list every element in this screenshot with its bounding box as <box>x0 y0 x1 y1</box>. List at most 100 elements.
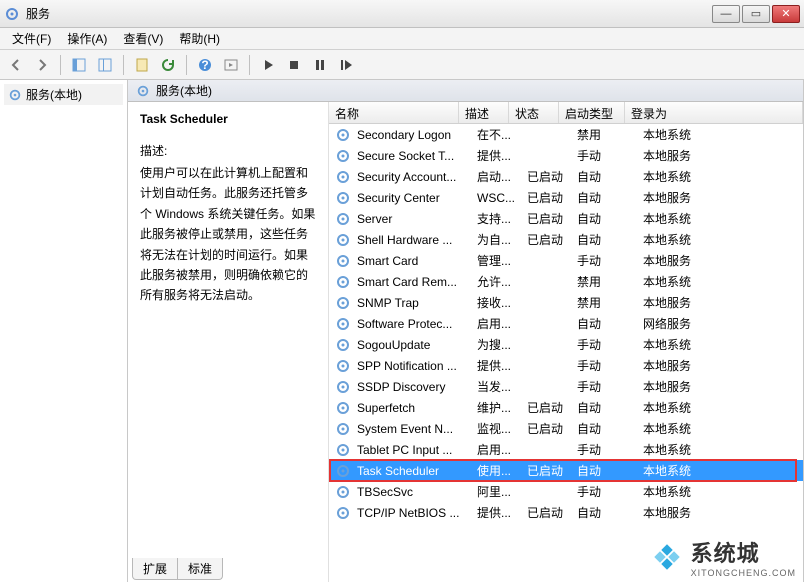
cell-logon: 本地系统 <box>641 336 799 353</box>
start-service-button[interactable] <box>256 53 280 77</box>
service-row[interactable]: Software Protec...启用...自动网络服务 <box>329 313 803 334</box>
cell-startup: 自动 <box>575 315 641 332</box>
cell-logon: 网络服务 <box>641 315 799 332</box>
cell-name: Superfetch <box>355 401 475 415</box>
action-button[interactable] <box>219 53 243 77</box>
close-button[interactable]: ✕ <box>772 5 800 23</box>
service-row[interactable]: SSDP Discovery当发...手动本地服务 <box>329 376 803 397</box>
column-headers: 名称 描述 状态 启动类型 登录为 <box>329 102 803 124</box>
cell-desc: 管理... <box>475 252 525 269</box>
properties-button[interactable] <box>130 53 154 77</box>
service-row[interactable]: SogouUpdate为搜... 手动本地系统 <box>329 334 803 355</box>
nav-back-button[interactable] <box>4 53 28 77</box>
col-startup[interactable]: 启动类型 <box>559 102 625 123</box>
watermark: 系统城 XITONGCHENG.COM <box>649 536 796 578</box>
cell-desc: 使用... <box>475 462 525 479</box>
cell-startup: 手动 <box>575 483 641 500</box>
nav-services-local[interactable]: 服务(本地) <box>4 84 123 105</box>
col-name[interactable]: 名称 <box>329 102 459 123</box>
service-row[interactable]: Superfetch维护...已启动自动本地系统 <box>329 397 803 418</box>
col-desc[interactable]: 描述 <box>459 102 509 123</box>
gear-icon <box>335 421 351 437</box>
cell-desc: 启用... <box>475 441 525 458</box>
cell-name: SNMP Trap <box>355 296 475 310</box>
cell-desc: 允许... <box>475 273 525 290</box>
service-row[interactable]: Task Scheduler使用...已启动自动本地系统 <box>329 460 803 481</box>
watermark-name: 系统城 <box>691 536 796 568</box>
gear-icon <box>335 337 351 353</box>
service-row[interactable]: Shell Hardware ...为自...已启动自动本地系统 <box>329 229 803 250</box>
menu-help[interactable]: 帮助(H) <box>171 28 228 49</box>
service-row[interactable]: Server支持...已启动自动本地系统 <box>329 208 803 229</box>
watermark-logo-icon <box>649 539 685 575</box>
cell-name: Security Account... <box>355 170 475 184</box>
cell-status: 已启动 <box>525 189 575 206</box>
service-row[interactable]: Smart Card Rem...允许...禁用本地系统 <box>329 271 803 292</box>
toolbar: ? <box>0 50 804 80</box>
service-row[interactable]: TBSecSvc阿里...手动本地系统 <box>329 481 803 502</box>
col-logon[interactable]: 登录为 <box>625 102 803 123</box>
service-row[interactable]: Security CenterWSC...已启动自动本地服务 <box>329 187 803 208</box>
cell-name: System Event N... <box>355 422 475 436</box>
help-button[interactable]: ? <box>193 53 217 77</box>
nav-forward-button[interactable] <box>30 53 54 77</box>
cell-name: TBSecSvc <box>355 485 475 499</box>
tab-extended[interactable]: 扩展 <box>132 558 178 580</box>
list-body[interactable]: Secondary Logon在不...禁用本地系统Secure Socket … <box>329 124 803 582</box>
gear-icon <box>335 274 351 290</box>
cell-desc: 启用... <box>475 315 525 332</box>
cell-desc: 提供... <box>475 504 525 521</box>
cell-logon: 本地系统 <box>641 441 799 458</box>
cell-desc: 为搜... <box>475 336 525 353</box>
minimize-button[interactable]: — <box>712 5 740 23</box>
gear-icon <box>8 88 22 102</box>
gear-icon <box>335 232 351 248</box>
cell-name: Smart Card Rem... <box>355 275 475 289</box>
cell-logon: 本地系统 <box>641 399 799 416</box>
nav-tree: 服务(本地) <box>0 80 128 582</box>
col-status[interactable]: 状态 <box>509 102 559 123</box>
cell-status: 已启动 <box>525 231 575 248</box>
tab-standard[interactable]: 标准 <box>177 558 223 580</box>
gear-icon <box>335 442 351 458</box>
cell-startup: 自动 <box>575 189 641 206</box>
gear-icon <box>335 253 351 269</box>
pause-service-button[interactable] <box>308 53 332 77</box>
service-row[interactable]: System Event N...监视...已启动自动本地系统 <box>329 418 803 439</box>
cell-name: SogouUpdate <box>355 338 475 352</box>
service-row[interactable]: TCP/IP NetBIOS ...提供...已启动自动本地服务 <box>329 502 803 523</box>
service-row[interactable]: Secure Socket T...提供...手动本地服务 <box>329 145 803 166</box>
menu-file[interactable]: 文件(F) <box>4 28 59 49</box>
cell-logon: 本地系统 <box>641 126 799 143</box>
description-text: 使用户可以在此计算机上配置和计划自动任务。此服务还托管多个 Windows 系统… <box>140 163 316 306</box>
maximize-button[interactable]: ▭ <box>742 5 770 23</box>
service-row[interactable]: SNMP Trap接收...禁用本地服务 <box>329 292 803 313</box>
export-button[interactable] <box>93 53 117 77</box>
cell-logon: 本地服务 <box>641 252 799 269</box>
cell-status: 已启动 <box>525 210 575 227</box>
menu-view[interactable]: 查看(V) <box>115 28 171 49</box>
toolbar-separator <box>186 55 187 75</box>
cell-desc: 提供... <box>475 357 525 374</box>
show-hide-tree-button[interactable] <box>67 53 91 77</box>
cell-startup: 手动 <box>575 336 641 353</box>
restart-service-button[interactable] <box>334 53 358 77</box>
cell-desc: 支持... <box>475 210 525 227</box>
cell-desc: 接收... <box>475 294 525 311</box>
cell-name: Task Scheduler <box>355 464 475 478</box>
service-row[interactable]: Tablet PC Input ...启用...手动本地系统 <box>329 439 803 460</box>
service-row[interactable]: Secondary Logon在不...禁用本地系统 <box>329 124 803 145</box>
cell-name: Secure Socket T... <box>355 149 475 163</box>
stop-service-button[interactable] <box>282 53 306 77</box>
cell-startup: 自动 <box>575 231 641 248</box>
gear-icon <box>335 148 351 164</box>
cell-logon: 本地系统 <box>641 231 799 248</box>
cell-startup: 手动 <box>575 252 641 269</box>
refresh-button[interactable] <box>156 53 180 77</box>
cell-name: TCP/IP NetBIOS ... <box>355 506 475 520</box>
cell-logon: 本地系统 <box>641 483 799 500</box>
menu-action[interactable]: 操作(A) <box>59 28 115 49</box>
service-row[interactable]: SPP Notification ...提供...手动本地服务 <box>329 355 803 376</box>
service-row[interactable]: Security Account...启动...已启动自动本地系统 <box>329 166 803 187</box>
service-row[interactable]: Smart Card管理...手动本地服务 <box>329 250 803 271</box>
